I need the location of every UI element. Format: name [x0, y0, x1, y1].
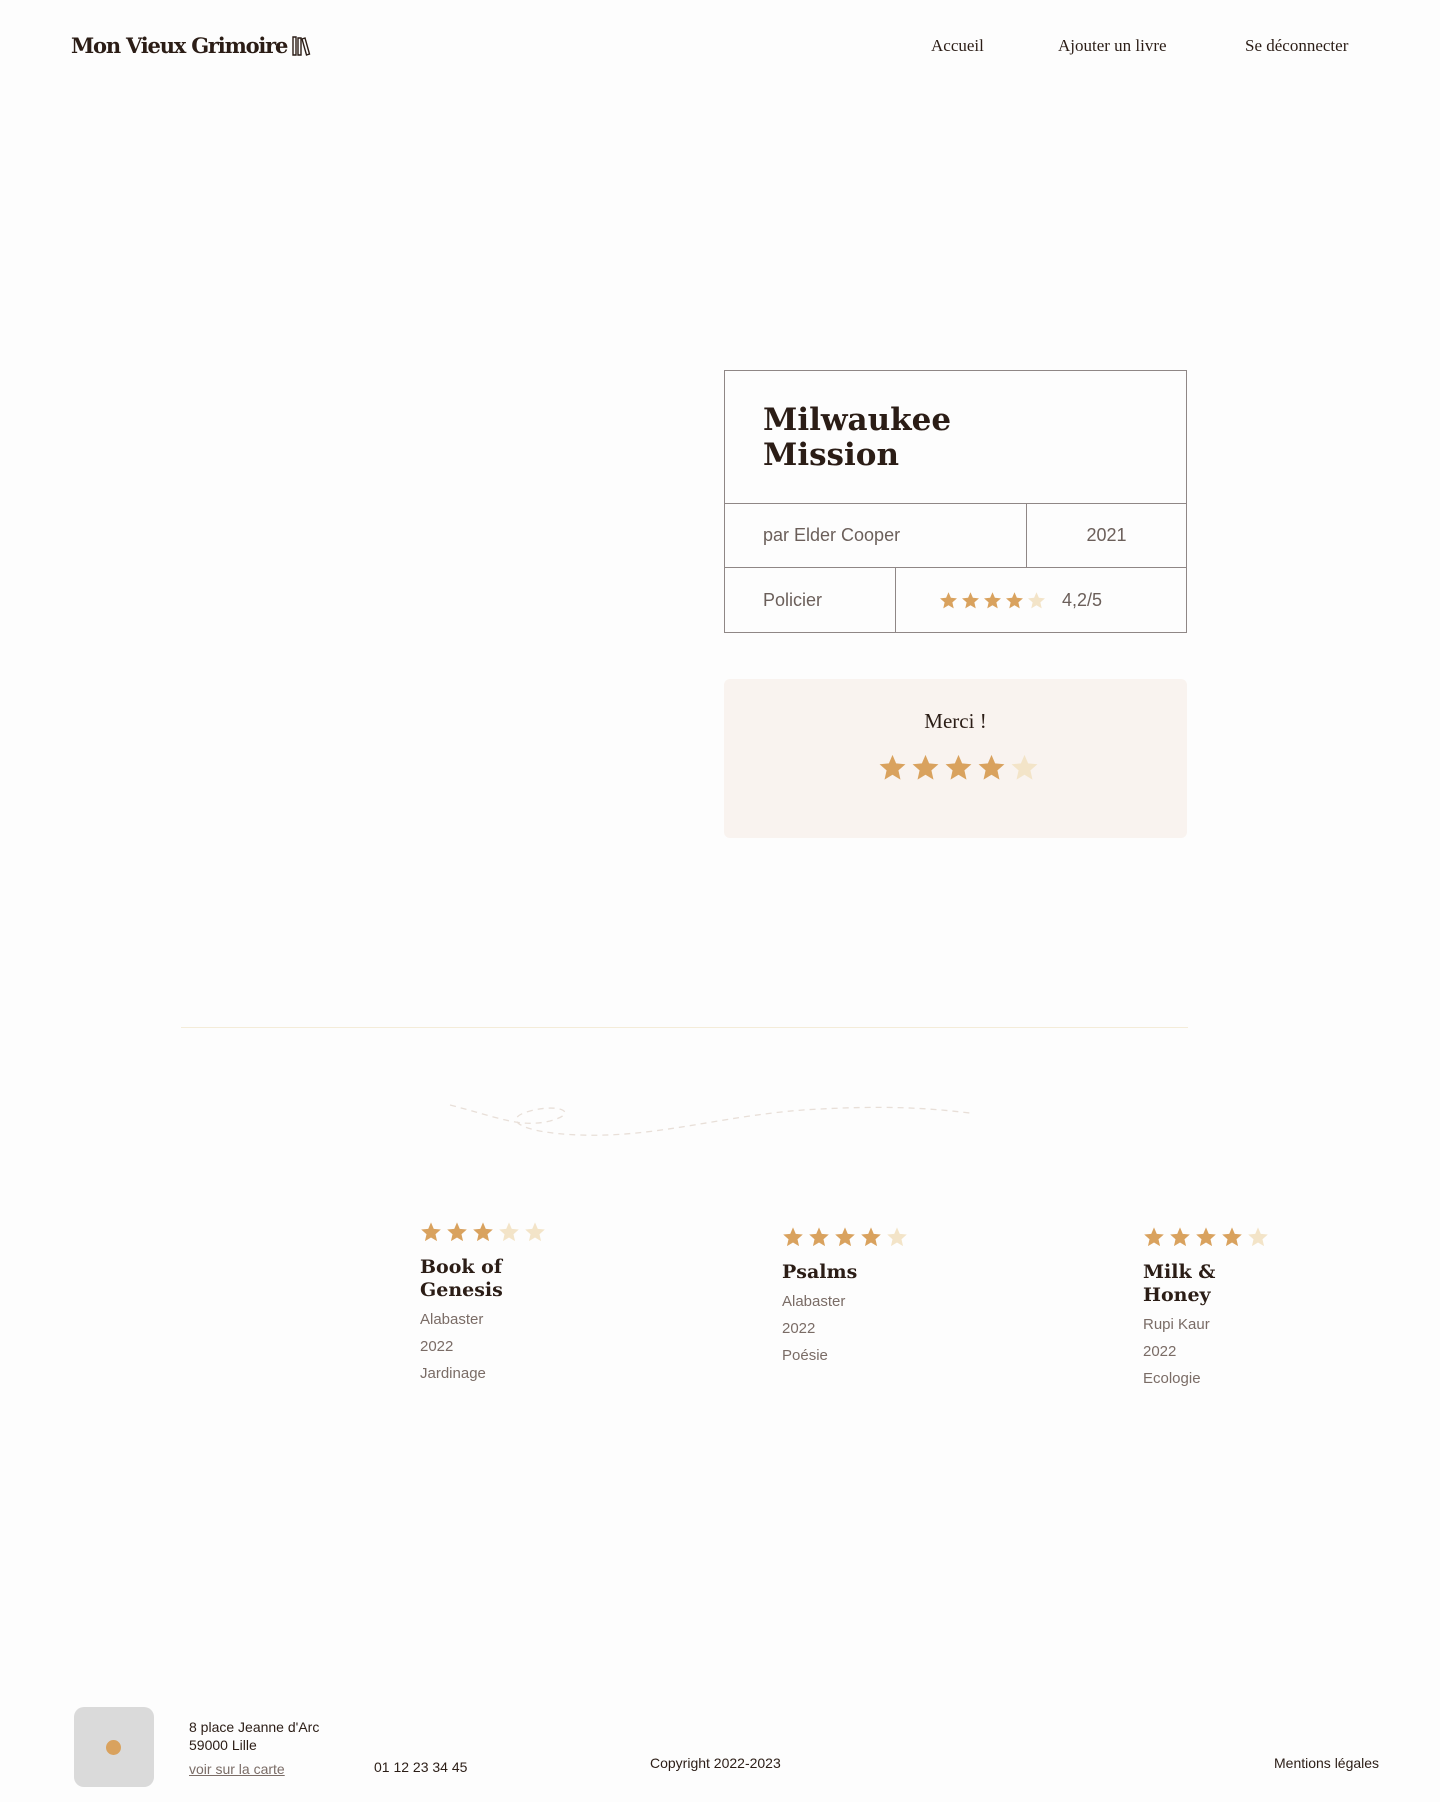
- map-link[interactable]: voir sur la carte: [189, 1760, 319, 1778]
- user-rating-stars: [878, 753, 1039, 782]
- nav-add-book-link[interactable]: Ajouter un livre: [1058, 36, 1167, 56]
- related-book-author: Alabaster: [420, 1311, 484, 1328]
- map-pin-icon: [106, 1740, 121, 1755]
- related-book-year: 2022: [1143, 1343, 1177, 1360]
- star-empty-icon: [499, 1222, 519, 1242]
- star-filled-icon: [835, 1227, 855, 1247]
- book-year: 2021: [1086, 525, 1127, 545]
- section-divider: [181, 1027, 1188, 1028]
- star-empty-icon: [1248, 1227, 1268, 1247]
- star-filled-icon: [1170, 1227, 1190, 1247]
- related-book-title-line1: Book of: [420, 1256, 503, 1278]
- star-filled-icon: [912, 754, 939, 780]
- related-book-title-line1: Milk &: [1143, 1261, 1216, 1283]
- related-book-genre: Ecologie: [1143, 1370, 1201, 1387]
- star-filled-icon: [783, 1227, 803, 1247]
- star-filled-icon: [473, 1222, 493, 1242]
- book-title: Milwaukee Mission: [725, 371, 1186, 504]
- star-filled-icon: [1144, 1227, 1164, 1247]
- related-book-author: Alabaster: [782, 1293, 846, 1310]
- star-filled-icon: [447, 1222, 467, 1242]
- book-info-card: Milwaukee Mission par Elder Cooper 2021 …: [724, 370, 1187, 633]
- star-filled-icon: [809, 1227, 829, 1247]
- related-book-meta: Rupi Kaur 2022 Ecologie: [1143, 1311, 1303, 1392]
- star-filled-icon: [861, 1227, 881, 1247]
- related-book-card[interactable]: Milk & Honey Rupi Kaur 2022 Ecologie: [1143, 1226, 1303, 1392]
- book-author: par Elder Cooper: [725, 504, 1027, 567]
- star-empty-icon: [525, 1222, 545, 1242]
- thanks-message: Merci !: [924, 709, 987, 733]
- main-nav: Accueil Ajouter un livre Se déconnecter: [0, 36, 1440, 58]
- related-book-genre: Poésie: [782, 1347, 828, 1364]
- nav-logout-link[interactable]: Se déconnecter: [1245, 36, 1348, 56]
- average-rating-stars: [939, 591, 1046, 610]
- rating-value: 4,2/5: [1062, 589, 1103, 610]
- footer-address: 8 place Jeanne d'Arc 59000 Lille voir su…: [189, 1718, 319, 1778]
- legal-notice-link[interactable]: Mentions légales: [1274, 1755, 1379, 1771]
- address-line1: 8 place Jeanne d'Arc: [189, 1719, 320, 1735]
- book-info-row-genre: Policier 4,2/5: [725, 568, 1186, 632]
- related-book-stars: [1143, 1226, 1303, 1248]
- star-empty-icon: [887, 1227, 907, 1247]
- book-genre: Policier: [725, 568, 896, 632]
- related-book-author: Rupi Kaur: [1143, 1316, 1210, 1333]
- related-book-title-line2: Genesis: [420, 1279, 503, 1301]
- book-title-line1: Milwaukee: [763, 402, 952, 438]
- nav-home-link[interactable]: Accueil: [931, 36, 984, 56]
- star-filled-icon: [879, 754, 906, 780]
- related-book-meta: Alabaster 2022 Jardinage: [420, 1306, 580, 1387]
- related-book-stars: [420, 1221, 580, 1243]
- related-book-card[interactable]: Psalms Alabaster 2022 Poésie: [782, 1226, 942, 1369]
- star-filled-icon: [984, 591, 1001, 608]
- star-empty-icon: [1011, 754, 1038, 780]
- related-book-stars: [782, 1226, 942, 1248]
- book-average-rating: 4,2/5: [896, 568, 1186, 632]
- rating-confirmation: Merci !: [724, 679, 1187, 838]
- star-filled-icon: [978, 754, 1005, 780]
- decorative-swirl: [449, 1104, 971, 1136]
- map-thumbnail[interactable]: [74, 1707, 154, 1787]
- star-empty-icon: [1028, 591, 1045, 608]
- footer-copyright: Copyright 2022-2023: [650, 1755, 781, 1771]
- related-book-year: 2022: [420, 1338, 454, 1355]
- related-book-title: Psalms: [782, 1261, 942, 1284]
- star-filled-icon: [421, 1222, 441, 1242]
- footer-phone: 01 12 23 34 45: [374, 1759, 468, 1775]
- related-book-title-line2: Honey: [1143, 1284, 1211, 1306]
- star-filled-icon: [1196, 1227, 1216, 1247]
- related-book-title-line1: Psalms: [782, 1261, 858, 1283]
- star-filled-icon: [945, 754, 972, 780]
- book-title-line2: Mission: [763, 437, 899, 473]
- related-book-year: 2022: [782, 1320, 816, 1337]
- star-filled-icon: [1006, 591, 1023, 608]
- related-book-genre: Jardinage: [420, 1365, 486, 1382]
- star-filled-icon: [962, 591, 979, 608]
- address-line2: 59000 Lille: [189, 1737, 257, 1753]
- star-filled-icon: [940, 591, 957, 608]
- star-filled-icon: [1222, 1227, 1242, 1247]
- related-book-title: Book of Genesis: [420, 1256, 580, 1302]
- book-info-row-author: par Elder Cooper 2021: [725, 504, 1186, 568]
- related-book-meta: Alabaster 2022 Poésie: [782, 1288, 942, 1369]
- related-book-card[interactable]: Book of Genesis Alabaster 2022 Jardinage: [420, 1221, 580, 1387]
- related-book-title: Milk & Honey: [1143, 1261, 1303, 1307]
